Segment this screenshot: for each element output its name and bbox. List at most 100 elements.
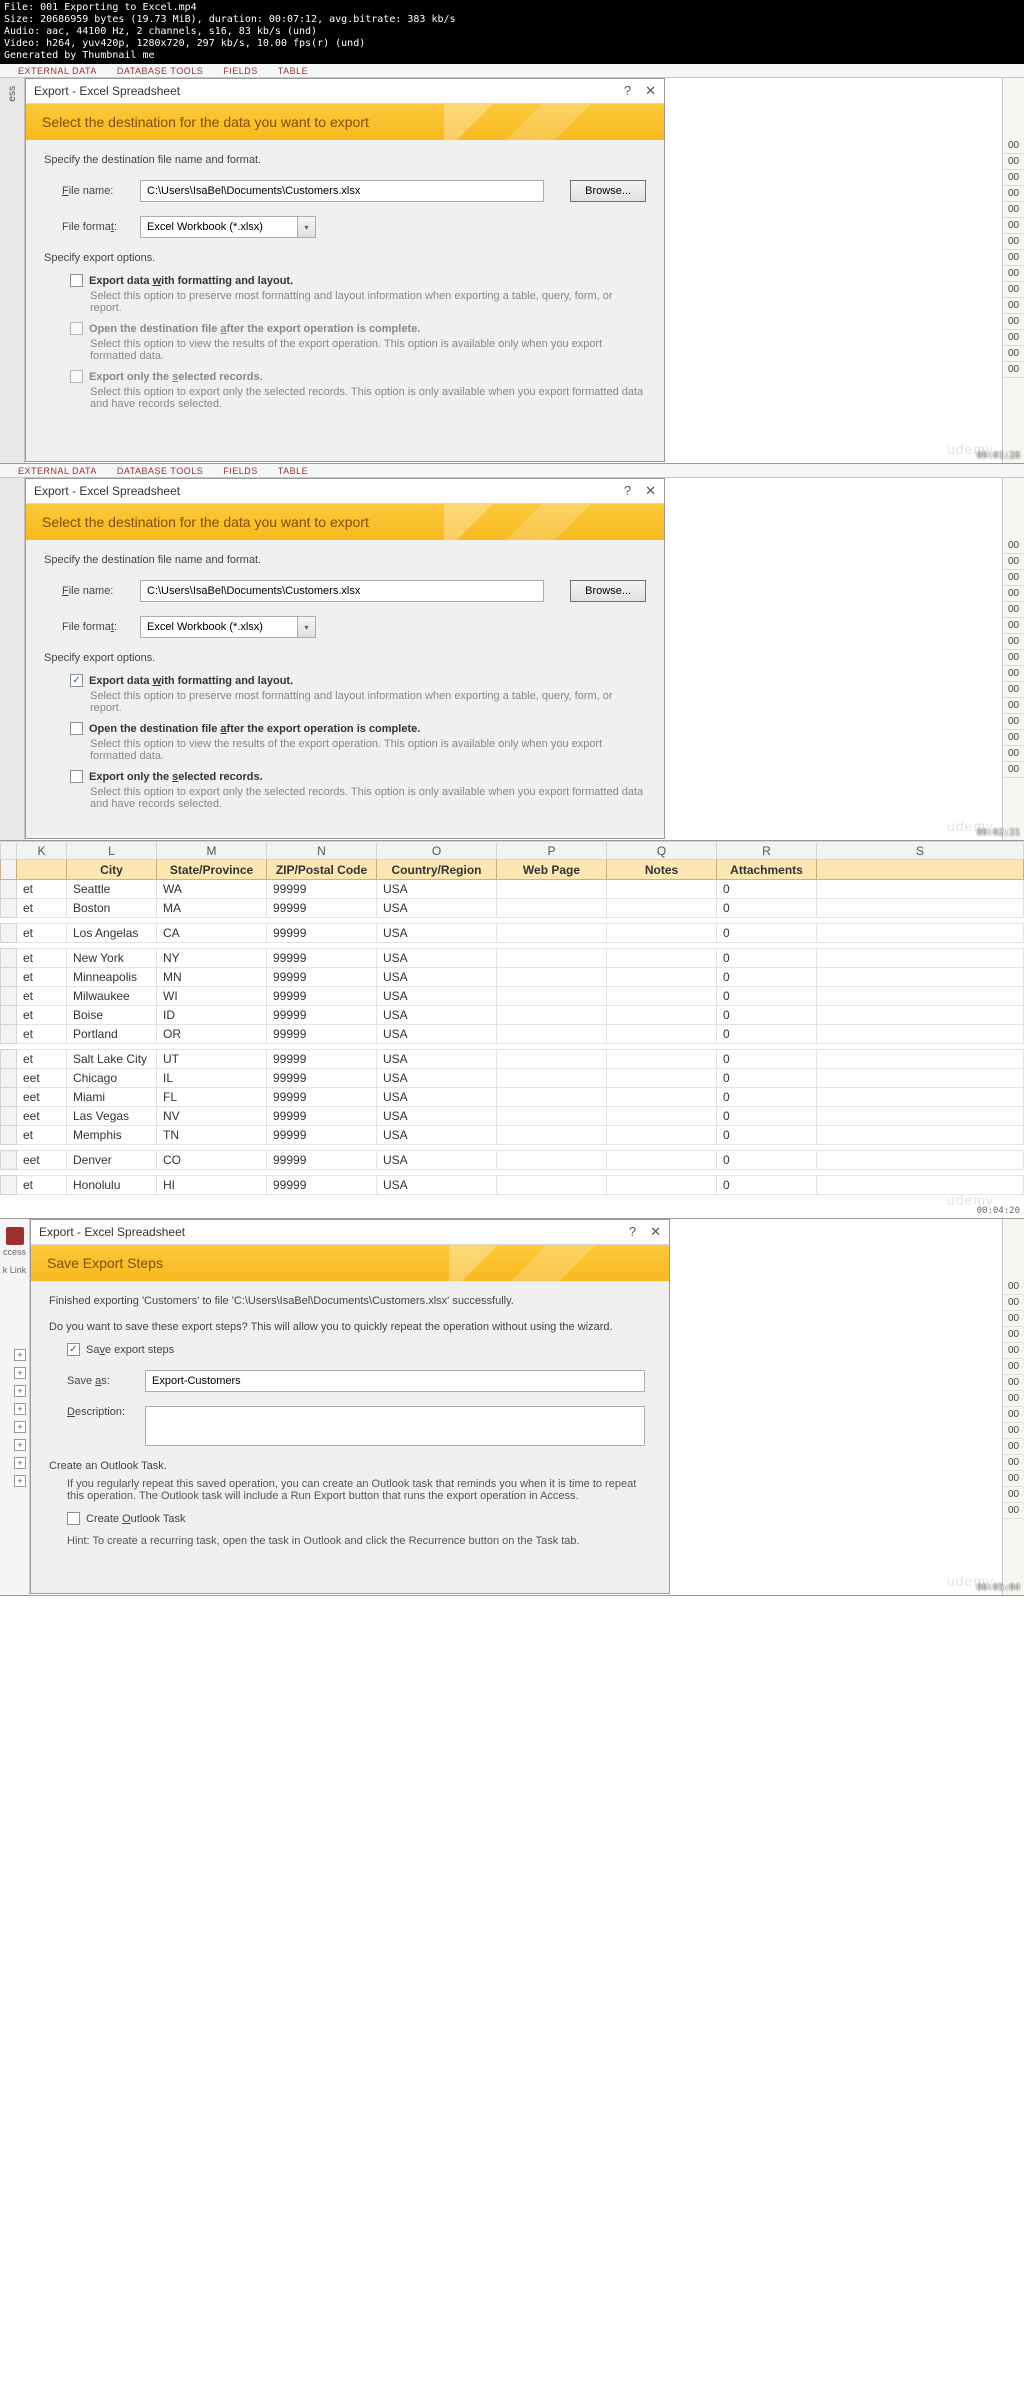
cell[interactable]: USA <box>377 1151 497 1170</box>
cell[interactable] <box>817 1151 1024 1170</box>
cell[interactable] <box>607 1088 717 1107</box>
column-letter[interactable]: Q <box>607 842 717 860</box>
close-icon[interactable]: ✕ <box>650 1224 661 1240</box>
description-input[interactable] <box>145 1406 645 1446</box>
column-letter[interactable]: O <box>377 842 497 860</box>
expand-icon[interactable]: + <box>14 1421 26 1433</box>
cell[interactable]: 99999 <box>267 1126 377 1145</box>
field-header[interactable] <box>817 860 1024 880</box>
column-letter[interactable]: L <box>67 842 157 860</box>
create-outlook-task-checkbox[interactable] <box>67 1512 80 1525</box>
cell[interactable] <box>607 1050 717 1069</box>
cell[interactable] <box>497 1151 607 1170</box>
cell[interactable]: 99999 <box>267 1107 377 1126</box>
cell[interactable]: USA <box>377 1025 497 1044</box>
cell[interactable]: Memphis <box>67 1126 157 1145</box>
cell[interactable]: 99999 <box>267 1050 377 1069</box>
cell[interactable] <box>607 949 717 968</box>
export-formatting-checkbox-checked[interactable]: ✓ <box>70 674 83 687</box>
fileformat-value[interactable] <box>140 216 316 238</box>
field-header[interactable]: Web Page <box>497 860 607 880</box>
cell[interactable]: Boston <box>67 899 157 918</box>
cell[interactable] <box>607 1126 717 1145</box>
cell[interactable]: HI <box>157 1176 267 1195</box>
column-letter[interactable]: M <box>157 842 267 860</box>
cell[interactable] <box>497 1069 607 1088</box>
browse-button-2[interactable]: Browse... <box>570 580 646 602</box>
export-formatting-checkbox[interactable] <box>70 274 83 287</box>
cell[interactable]: Las Vegas <box>67 1107 157 1126</box>
cell[interactable] <box>497 1126 607 1145</box>
cell[interactable]: 0 <box>717 949 817 968</box>
cell[interactable]: et <box>17 1025 67 1044</box>
cell[interactable]: et <box>17 968 67 987</box>
cell[interactable]: Miami <box>67 1088 157 1107</box>
close-icon[interactable]: ✕ <box>645 83 656 99</box>
row-header[interactable] <box>1 1050 17 1069</box>
field-header[interactable]: Attachments <box>717 860 817 880</box>
cell[interactable] <box>497 1006 607 1025</box>
cell[interactable]: 0 <box>717 987 817 1006</box>
cell[interactable]: Chicago <box>67 1069 157 1088</box>
cell[interactable] <box>817 1050 1024 1069</box>
cell[interactable] <box>607 880 717 899</box>
cell[interactable]: 99999 <box>267 1151 377 1170</box>
chevron-down-icon[interactable]: ▾ <box>297 617 315 637</box>
ribbon-tab-fields[interactable]: FIELDS <box>217 66 264 76</box>
cell[interactable]: 0 <box>717 1176 817 1195</box>
cell[interactable]: USA <box>377 949 497 968</box>
cell[interactable] <box>817 1006 1024 1025</box>
cell[interactable]: 0 <box>717 1069 817 1088</box>
cell[interactable] <box>497 968 607 987</box>
filename-input[interactable] <box>140 180 544 202</box>
help-icon[interactable]: ? <box>629 1224 636 1240</box>
cell[interactable]: et <box>17 1176 67 1195</box>
cell[interactable]: WA <box>157 880 267 899</box>
open-dest-checkbox-2[interactable] <box>70 722 83 735</box>
cell[interactable]: USA <box>377 1126 497 1145</box>
cell[interactable]: USA <box>377 924 497 943</box>
row-header[interactable] <box>1 1088 17 1107</box>
cell[interactable] <box>607 924 717 943</box>
cell[interactable]: 0 <box>717 1151 817 1170</box>
cell[interactable]: USA <box>377 1069 497 1088</box>
cell[interactable] <box>817 1126 1024 1145</box>
fileformat-combo[interactable]: ▾ <box>140 216 316 238</box>
cell[interactable]: USA <box>377 968 497 987</box>
cell[interactable]: Minneapolis <box>67 968 157 987</box>
cell[interactable]: CO <box>157 1151 267 1170</box>
cell[interactable]: TN <box>157 1126 267 1145</box>
cell[interactable] <box>497 880 607 899</box>
row-header[interactable] <box>1 987 17 1006</box>
cell[interactable]: MA <box>157 899 267 918</box>
cell[interactable]: et <box>17 1126 67 1145</box>
cell[interactable]: et <box>17 987 67 1006</box>
expand-icon[interactable]: + <box>14 1385 26 1397</box>
field-header[interactable]: Country/Region <box>377 860 497 880</box>
cell[interactable]: Boise <box>67 1006 157 1025</box>
cell[interactable] <box>817 1025 1024 1044</box>
cell[interactable] <box>607 968 717 987</box>
expand-icon[interactable]: + <box>14 1457 26 1469</box>
cell[interactable]: Portland <box>67 1025 157 1044</box>
column-letter[interactable]: P <box>497 842 607 860</box>
row-header[interactable] <box>1 1107 17 1126</box>
cell[interactable]: USA <box>377 1050 497 1069</box>
cell[interactable]: NV <box>157 1107 267 1126</box>
save-export-steps-checkbox[interactable]: ✓ <box>67 1343 80 1356</box>
cell[interactable] <box>607 1025 717 1044</box>
cell[interactable] <box>497 949 607 968</box>
cell[interactable]: MN <box>157 968 267 987</box>
row-header[interactable] <box>1 1176 17 1195</box>
cell[interactable] <box>607 1107 717 1126</box>
cell[interactable]: 99999 <box>267 949 377 968</box>
row-header[interactable] <box>1 1126 17 1145</box>
column-letter[interactable]: K <box>17 842 67 860</box>
cell[interactable]: 0 <box>717 1050 817 1069</box>
field-header[interactable]: Notes <box>607 860 717 880</box>
cell[interactable]: NY <box>157 949 267 968</box>
cell[interactable]: Honolulu <box>67 1176 157 1195</box>
cell[interactable]: et <box>17 949 67 968</box>
cell[interactable]: et <box>17 899 67 918</box>
selected-records-checkbox-2[interactable] <box>70 770 83 783</box>
